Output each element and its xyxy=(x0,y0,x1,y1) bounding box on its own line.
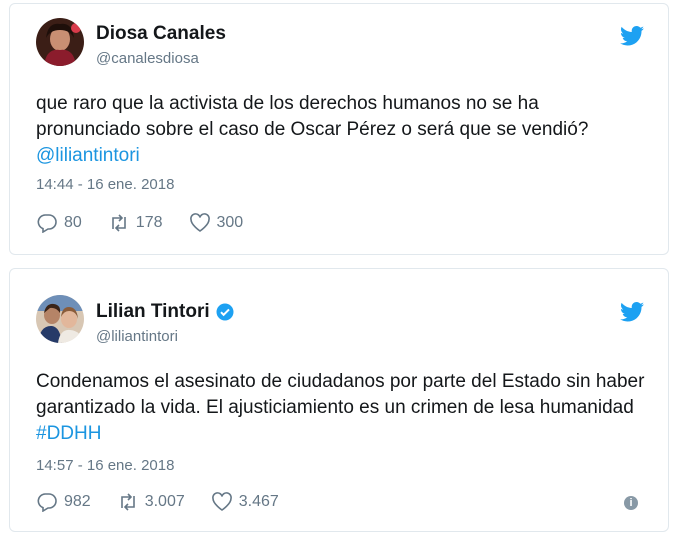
heart-icon xyxy=(189,213,210,232)
retweet-count: 178 xyxy=(135,214,163,231)
twitter-bird-icon[interactable] xyxy=(620,26,644,46)
retweet-button[interactable]: 178 xyxy=(108,213,163,233)
hashtag-link[interactable]: #DDHH xyxy=(36,423,101,444)
reply-button[interactable]: 80 xyxy=(36,213,82,233)
like-button[interactable]: 3.467 xyxy=(211,492,279,512)
verified-badge-icon xyxy=(216,303,234,321)
like-count: 3.467 xyxy=(238,493,279,510)
display-name[interactable]: Diosa Canales xyxy=(96,23,226,45)
tweet-body: que raro que la activista de los derecho… xyxy=(36,93,589,140)
info-icon[interactable]: i xyxy=(624,496,638,510)
reply-count: 80 xyxy=(64,214,82,231)
handle[interactable]: @liliantintori xyxy=(96,328,178,345)
retweet-icon xyxy=(120,493,135,511)
reply-icon xyxy=(37,214,57,233)
retweet-count: 3.007 xyxy=(144,493,185,510)
retweet-button[interactable]: 3.007 xyxy=(117,492,185,512)
reply-count: 982 xyxy=(64,493,91,510)
timestamp[interactable]: 14:44 - 16 ene. 2018 xyxy=(36,176,174,193)
twitter-bird-icon[interactable] xyxy=(620,302,644,322)
tweet-card-diosa-canales[interactable]: Diosa Canales @canalesdiosa que raro que… xyxy=(9,3,669,255)
tweet-text: Condenamos el asesinato de ciudadanos po… xyxy=(36,369,646,447)
display-name[interactable]: Lilian Tintori xyxy=(96,301,210,323)
reply-icon xyxy=(37,493,57,512)
avatar-lilian-tintori[interactable] xyxy=(36,295,84,343)
like-button[interactable]: 300 xyxy=(189,213,244,233)
avatar-diosa-canales[interactable] xyxy=(36,18,84,66)
retweet-icon xyxy=(111,214,126,232)
tweet-card-lilian-tintori[interactable]: Lilian Tintori @liliantintori Condenamos… xyxy=(9,268,669,532)
heart-icon xyxy=(211,492,232,511)
tweet-text: que raro que la activista de los derecho… xyxy=(36,91,646,169)
reply-button[interactable]: 982 xyxy=(36,492,91,512)
mention-link[interactable]: @liliantintori xyxy=(36,145,140,166)
handle[interactable]: @canalesdiosa xyxy=(96,50,199,67)
timestamp[interactable]: 14:57 - 16 ene. 2018 xyxy=(36,457,174,474)
tweet-body: Condenamos el asesinato de ciudadanos po… xyxy=(36,371,645,418)
like-count: 300 xyxy=(216,214,244,231)
